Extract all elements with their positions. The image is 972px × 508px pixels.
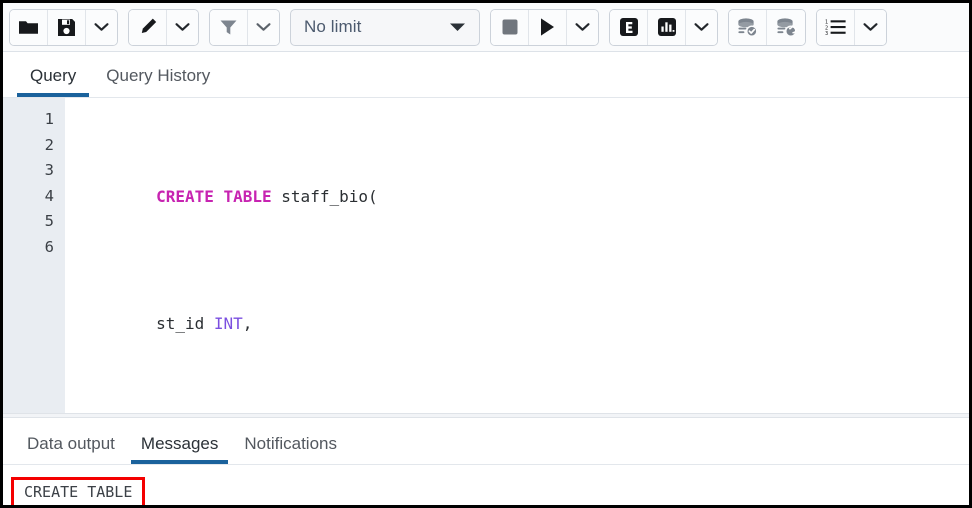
file-group xyxy=(9,8,118,46)
tab-messages[interactable]: Messages xyxy=(130,433,229,464)
sql-text: , xyxy=(242,314,253,333)
filter-button[interactable] xyxy=(210,9,248,45)
commit-button[interactable] xyxy=(729,9,767,45)
sql-text: st_id xyxy=(156,314,214,333)
chevron-down-icon xyxy=(694,22,709,32)
explain-options-dropdown[interactable] xyxy=(686,9,717,45)
filter-options-dropdown[interactable] xyxy=(248,9,279,45)
database-undo-icon xyxy=(775,17,798,37)
query-result-highlight: CREATE TABLE xyxy=(11,476,146,505)
pencil-icon xyxy=(138,17,158,37)
database-check-icon xyxy=(736,17,759,37)
explain-analyze-button[interactable] xyxy=(648,9,686,45)
tab-messages-label: Messages xyxy=(140,433,219,453)
chevron-down-icon xyxy=(94,22,109,32)
macros-group: 1 2 3 xyxy=(816,8,887,46)
chevron-down-icon xyxy=(175,22,190,32)
line-number: 4 xyxy=(44,186,54,205)
execute-group xyxy=(490,8,599,46)
line-number: 1 xyxy=(44,110,54,128)
numbered-list-icon: 1 2 3 xyxy=(825,18,846,36)
line-number: 3 xyxy=(44,161,54,179)
caret-down-icon xyxy=(449,22,466,32)
sql-datatype: INT xyxy=(213,314,243,333)
svg-text:3: 3 xyxy=(825,31,828,36)
explain-group xyxy=(609,8,718,46)
line-number: 6 xyxy=(44,237,54,256)
tab-data-output[interactable]: Data output xyxy=(17,435,125,464)
row-limit-value: No limit xyxy=(304,17,362,36)
bar-chart-icon xyxy=(657,17,677,37)
save-icon xyxy=(57,18,76,37)
stop-square-icon xyxy=(501,18,519,36)
open-file-button[interactable] xyxy=(10,9,48,45)
code-line: st_id INT, xyxy=(79,286,969,363)
tab-notifications-label: Notifications xyxy=(244,433,337,453)
result-tab-bar: Data output Messages Notifications xyxy=(3,417,969,465)
macros-dropdown[interactable] xyxy=(855,9,886,45)
line-number: 2 xyxy=(44,135,54,154)
execute-options-dropdown[interactable] xyxy=(567,9,598,45)
stop-query-button[interactable] xyxy=(491,9,529,45)
explain-e-icon xyxy=(619,17,639,37)
play-icon xyxy=(539,17,556,37)
edit-options-dropdown[interactable] xyxy=(167,9,198,45)
transaction-group xyxy=(728,8,806,46)
execute-query-button[interactable] xyxy=(529,9,567,45)
code-line: CREATE TABLE staff_bio( xyxy=(79,158,969,235)
chevron-down-icon xyxy=(863,22,878,32)
tab-query-history[interactable]: Query History xyxy=(93,67,223,97)
sql-editor[interactable]: 1 2 3 4 5 6 CREATE TABLE staff_bio( st_i… xyxy=(3,98,969,413)
tab-query[interactable]: Query xyxy=(17,66,90,97)
query-tool-window: No limit 1 2 3 Query Query History 1 2 3… xyxy=(0,0,972,508)
folder-icon xyxy=(18,19,39,36)
chevron-down-icon xyxy=(575,22,590,32)
query-tab-bar: Query Query History xyxy=(3,52,969,98)
line-number: 5 xyxy=(44,212,54,230)
sql-code-area[interactable]: CREATE TABLE staff_bio( st_id INT, st_na… xyxy=(65,98,969,413)
sql-text: staff_bio( xyxy=(271,186,378,206)
row-limit-select[interactable]: No limit xyxy=(290,8,480,46)
filter-group xyxy=(209,8,280,46)
macros-button[interactable]: 1 2 3 xyxy=(817,9,855,45)
tab-query-history-label: Query History xyxy=(106,66,211,85)
explain-button[interactable] xyxy=(610,9,648,45)
edit-button[interactable] xyxy=(129,9,167,45)
funnel-icon xyxy=(219,18,238,37)
tab-query-label: Query xyxy=(30,66,77,85)
toolbar: No limit 1 2 3 xyxy=(3,3,969,52)
chevron-down-icon xyxy=(256,22,271,32)
save-file-button[interactable] xyxy=(48,9,86,45)
tab-data-output-label: Data output xyxy=(27,433,115,453)
rollback-button[interactable] xyxy=(767,9,805,45)
sql-keyword: CREATE TABLE xyxy=(156,186,272,206)
tab-notifications[interactable]: Notifications xyxy=(234,435,347,464)
messages-panel: CREATE TABLE Query returned successfully… xyxy=(3,464,969,505)
line-number-gutter: 1 2 3 4 5 6 xyxy=(3,98,65,413)
save-options-dropdown[interactable] xyxy=(86,9,117,45)
edit-group xyxy=(128,8,199,46)
